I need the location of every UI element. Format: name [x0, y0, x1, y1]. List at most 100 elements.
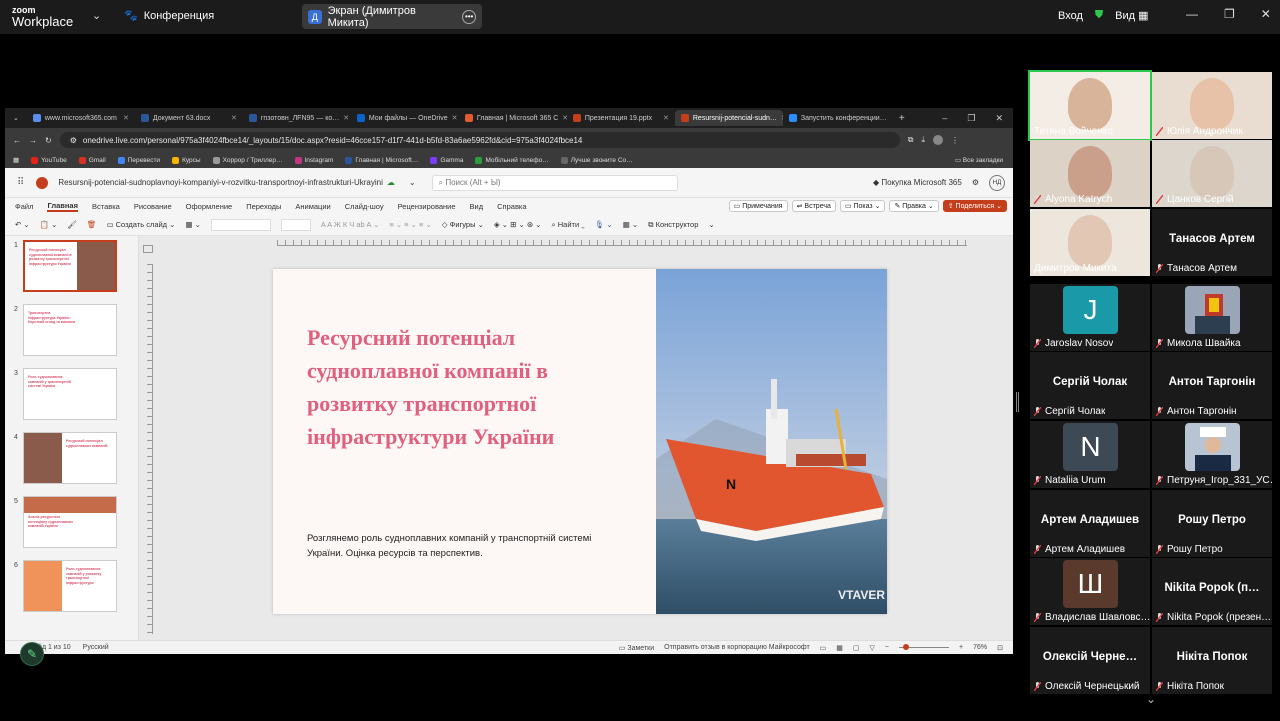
ribbon-tab[interactable]: Рецензирование: [398, 202, 456, 211]
tab-close-icon[interactable]: ✕: [123, 114, 129, 122]
apps-icon[interactable]: ▦: [13, 156, 19, 164]
participant-tile[interactable]: Тетяна Войченко: [1028, 70, 1152, 141]
ribbon-tab[interactable]: Рисование: [134, 202, 172, 211]
chevron-down-icon[interactable]: ⌄: [409, 178, 416, 187]
slide-thumbnail[interactable]: Ресурсний потенціал судноплавної компані…: [23, 240, 117, 292]
paragraph-icons[interactable]: ≡ ⌄ ≡ ⌄ ≡ ⌄: [389, 220, 431, 229]
bookmark-item[interactable]: Перевести: [117, 156, 160, 164]
participant-tile[interactable]: Юлія Андрончик: [1152, 72, 1272, 139]
font-name-field[interactable]: [210, 218, 271, 231]
ribbon-tab[interactable]: Главная: [47, 201, 78, 212]
chevron-down-icon[interactable]: ⌄: [708, 220, 714, 229]
participant-tile[interactable]: Alyona Katrych: [1030, 140, 1150, 207]
reload-icon[interactable]: ↻: [45, 136, 52, 145]
slide-thumbnail[interactable]: Аналіз ресурсного потенціалу судноплавни…: [23, 496, 117, 548]
profile-avatar[interactable]: [932, 135, 943, 145]
format-painter-icon[interactable]: 🖌: [67, 220, 77, 229]
participant-tile[interactable]: Микола Швайка: [1152, 284, 1272, 351]
font-size-field[interactable]: [280, 218, 311, 231]
chevron-down-icon[interactable]: ⌄: [92, 9, 101, 22]
browser-tab[interactable]: Презентация 19.pptx ✕: [567, 110, 675, 126]
participant-tile[interactable]: Рошу Петро Рошу Петро: [1152, 490, 1272, 557]
participant-tile[interactable]: Нікіта Попок Нікіта Попок: [1152, 627, 1272, 694]
bookmark-item[interactable]: Лучше звоните Со…: [560, 156, 633, 164]
slide-thumbnail[interactable]: Ресурсний потенціал судноплавних компані…: [23, 432, 117, 484]
site-info-icon[interactable]: ⚙: [70, 136, 77, 145]
feedback-link[interactable]: Отправить отзыв в корпорацию Майкрософт: [664, 644, 810, 651]
close-icon[interactable]: ✕: [995, 113, 1003, 124]
slide-thumbnail[interactable]: Роль судноплавних компаній у транспортні…: [23, 368, 117, 420]
tab-close-icon[interactable]: ✕: [343, 114, 349, 122]
bookmark-item[interactable]: YouTube: [31, 156, 67, 164]
bookmark-item[interactable]: Gmail: [78, 156, 106, 164]
browser-tab[interactable]: гпзотовн_ЛFN95 — ко… ✕: [243, 110, 351, 126]
present-button[interactable]: ▭ Показ ⌄: [839, 200, 886, 212]
browser-tab[interactable]: Resursnij-potencial-sudn…✕: [674, 110, 783, 126]
meeting-button[interactable]: ⇌ Встреча: [791, 200, 836, 212]
split-handle[interactable]: [1016, 392, 1019, 412]
view-button[interactable]: Вид ▦: [1115, 9, 1148, 22]
shapes-button[interactable]: ◇ Фигуры ⌄: [442, 220, 484, 229]
slide-thumbnail[interactable]: Транспортна інфраструктура України: Коро…: [23, 304, 117, 356]
participant-tile[interactable]: N Nataliia Urum: [1030, 421, 1150, 488]
bookmark-item[interactable]: Курсы: [172, 156, 201, 164]
bookmark-item[interactable]: Главная | Microsoft…: [345, 156, 418, 164]
ribbon-tab[interactable]: Анимации: [295, 202, 330, 211]
forward-icon[interactable]: →: [29, 136, 37, 145]
url-field[interactable]: ⚙ onedrive.live.com/personal/975a3f4024f…: [59, 132, 900, 148]
tab-close-icon[interactable]: ✕: [231, 114, 237, 122]
participant-tile[interactable]: Антон Таргонін Антон Таргонін: [1152, 352, 1272, 419]
notes-toggle[interactable]: ▭ Заметки: [619, 644, 654, 652]
comments-button[interactable]: ▭ Примечания: [728, 200, 788, 212]
ribbon-tab[interactable]: Вид: [470, 202, 484, 211]
more-icon[interactable]: •••: [462, 9, 476, 24]
reading-view-icon[interactable]: ▢: [853, 644, 860, 652]
panel-toggle-icon[interactable]: [143, 245, 153, 253]
menu-icon[interactable]: ⋮: [951, 136, 959, 145]
minimize-icon[interactable]: —: [1186, 7, 1198, 21]
layout-icon[interactable]: ▦ ⌄: [185, 220, 200, 229]
participant-tile[interactable]: Ш Владислав Шавловс…: [1030, 558, 1150, 625]
conference-menu[interactable]: 🐾 Конференция: [124, 9, 214, 23]
bookmark-item[interactable]: Gamma: [430, 156, 463, 164]
ship-image[interactable]: N VTAVER: [656, 269, 887, 614]
browser-tab[interactable]: Мои файлы — OneDrive ✕: [351, 110, 459, 126]
participant-tile[interactable]: Петруня_Ігор_331_УС…: [1152, 421, 1272, 488]
tab-close-icon[interactable]: ✕: [452, 114, 458, 122]
all-bookmarks[interactable]: ▭ Все закладки: [955, 156, 1013, 164]
share-button[interactable]: ⇪ Поделиться ⌄: [942, 200, 1007, 212]
paste-icon[interactable]: 📋 ⌄: [40, 220, 58, 229]
zoom-level[interactable]: 76%: [973, 644, 987, 651]
download-icon[interactable]: ⤓: [921, 135, 925, 145]
restore-icon[interactable]: ❐: [967, 113, 975, 124]
language-status[interactable]: Русский: [71, 644, 109, 651]
zoom-slider[interactable]: [899, 644, 950, 650]
edit-mode-button[interactable]: ✎ Правка ⌄: [889, 200, 939, 212]
screen-share-indicator[interactable]: Д Экран (Димитров Микита) •••: [302, 4, 482, 29]
participant-tile[interactable]: Сергій Чолак Сергій Чолак: [1030, 352, 1150, 419]
layout-grid-icon[interactable]: ▦ ⌄: [623, 220, 638, 229]
bookmark-item[interactable]: Мобільний телефо…: [475, 156, 549, 164]
participant-tile[interactable]: Димитров Микита: [1030, 209, 1150, 276]
tab-search-icon[interactable]: ⌄: [5, 114, 27, 122]
slide-title[interactable]: Ресурсний потенціал судноплавної компані…: [307, 321, 627, 453]
extensions-icon[interactable]: ⧉: [908, 135, 914, 145]
enter-button[interactable]: Вход: [1058, 10, 1083, 22]
ribbon-tab[interactable]: Оформление: [186, 202, 233, 211]
app-launcher-icon[interactable]: ⠿: [5, 177, 36, 188]
tab-close-icon[interactable]: ✕: [663, 114, 669, 122]
designer-button[interactable]: ⧉ Конструктор: [648, 220, 698, 230]
document-title[interactable]: Resursnij-potencial-sudnoplavnoyi-kompan…: [58, 178, 383, 187]
ribbon-tab[interactable]: Файл: [15, 202, 33, 211]
zoom-in-icon[interactable]: +: [959, 644, 963, 651]
user-avatar[interactable]: НД: [989, 174, 1005, 191]
participant-tile[interactable]: Цанков Сергій: [1152, 140, 1272, 207]
sorter-view-icon[interactable]: ▦: [836, 644, 843, 652]
text-format-icons[interactable]: A A Ж К Ч ab A ⌄: [321, 220, 379, 229]
dictate-icon[interactable]: 🎙 ⌄: [595, 220, 613, 229]
undo-icon[interactable]: ↶ ⌄: [15, 220, 30, 229]
bookmark-item[interactable]: Instagram: [294, 156, 333, 164]
find-button[interactable]: ⌕ Найти ⌄: [551, 220, 584, 230]
ribbon-tab[interactable]: Вставка: [92, 202, 120, 211]
back-icon[interactable]: ←: [13, 136, 21, 145]
